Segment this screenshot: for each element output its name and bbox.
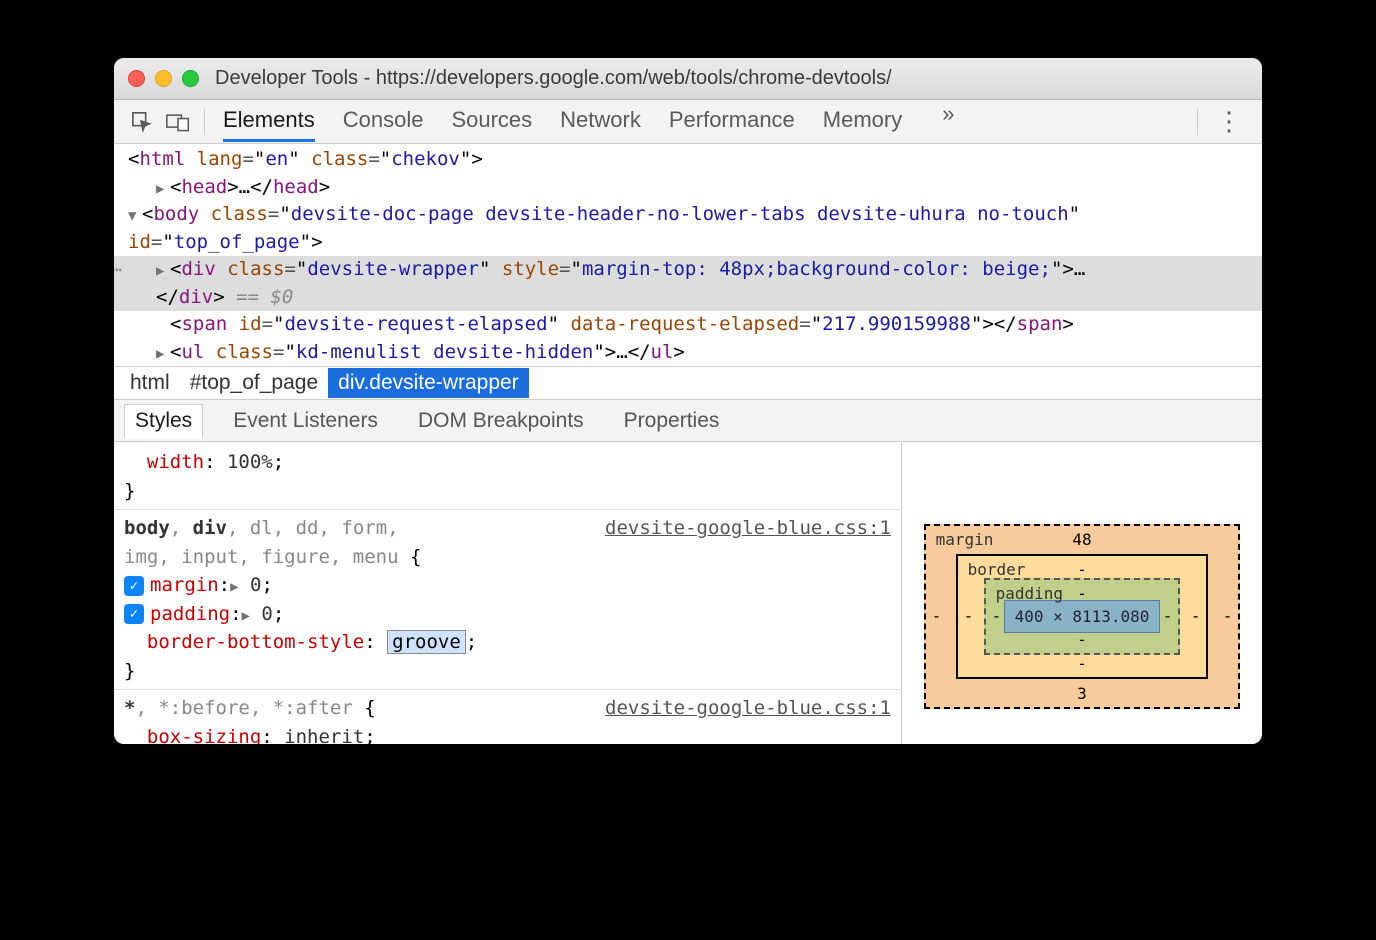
titlebar[interactable]: Developer Tools - https://developers.goo…	[114, 58, 1262, 100]
main-toolbar: Elements Console Sources Network Perform…	[114, 100, 1262, 144]
styles-pane[interactable]: width: 100%; } devsite-google-blue.css:1…	[114, 442, 902, 744]
settings-menu-icon[interactable]: ⋮	[1206, 106, 1252, 137]
breadcrumb-html[interactable]: html	[120, 368, 180, 398]
panel-tab-dom-breakpoints[interactable]: DOM Breakpoints	[408, 405, 594, 437]
source-link[interactable]: devsite-google-blue.css:1	[605, 514, 891, 543]
css-rule-close: }	[124, 657, 891, 686]
css-rule[interactable]: devsite-google-blue.css:1*, *:before, *:…	[124, 694, 891, 723]
tab-network[interactable]: Network	[560, 101, 641, 142]
window-title: Developer Tools - https://developers.goo…	[215, 67, 892, 90]
breadcrumb-body[interactable]: #top_of_page	[180, 368, 328, 398]
margin-left-value[interactable]: -	[932, 607, 942, 626]
tab-elements[interactable]: Elements	[223, 101, 315, 142]
panel-tab-styles[interactable]: Styles	[124, 404, 203, 439]
box-model-pane: margin 48 3 - - border - - - - padding -	[902, 442, 1262, 744]
margin-right-value[interactable]: -	[1223, 607, 1233, 626]
inspect-element-icon[interactable]	[124, 107, 160, 137]
box-model-margin[interactable]: margin 48 3 - - border - - - - padding -	[924, 524, 1241, 709]
styles-panel-tabs: Styles Event Listeners DOM Breakpoints P…	[114, 400, 1262, 442]
devtools-window: Developer Tools - https://developers.goo…	[114, 58, 1262, 744]
css-rule-close: }	[124, 477, 891, 506]
css-property[interactable]: box-sizing: inherit;	[124, 723, 891, 744]
css-property[interactable]: ✓margin:▶ 0;	[124, 571, 891, 600]
dom-node-selected[interactable]: ⋯ ▶<div class="devsite-wrapper" style="m…	[114, 256, 1262, 311]
zoom-window-button[interactable]	[182, 70, 199, 87]
css-property[interactable]: ✓padding:▶ 0;	[124, 600, 891, 629]
dom-node-span[interactable]: <span id="devsite-request-elapsed" data-…	[128, 311, 1262, 339]
dom-node-body[interactable]: ▼<body class="devsite-doc-page devsite-h…	[128, 201, 1262, 256]
more-tabs-icon[interactable]: »	[930, 101, 966, 142]
panel-tab-properties[interactable]: Properties	[614, 405, 730, 437]
css-rule[interactable]: width: 100%;	[124, 448, 891, 477]
device-toggle-icon[interactable]	[160, 107, 196, 137]
box-model-padding[interactable]: padding - - - - 400 × 8113.080	[984, 578, 1181, 655]
dom-tree[interactable]: <html lang="en" class="chekov"> ▶<head>……	[114, 144, 1262, 366]
tab-sources[interactable]: Sources	[451, 101, 532, 142]
property-checkbox[interactable]: ✓	[124, 604, 144, 624]
main-tabs: Elements Console Sources Network Perform…	[223, 101, 1189, 142]
breadcrumb: html #top_of_page div.devsite-wrapper	[114, 366, 1262, 400]
dom-node-ul[interactable]: ▶<ul class="kd-menulist devsite-hidden">…	[128, 339, 1262, 367]
bottom-panels: width: 100%; } devsite-google-blue.css:1…	[114, 442, 1262, 744]
value-edit-input[interactable]: groove	[387, 630, 466, 654]
tab-memory[interactable]: Memory	[823, 101, 902, 142]
window-controls	[128, 70, 199, 87]
panel-tab-events[interactable]: Event Listeners	[223, 405, 388, 437]
dom-node-head[interactable]: ▶<head>…</head>	[128, 174, 1262, 202]
box-model[interactable]: margin 48 3 - - border - - - - padding -	[924, 524, 1241, 709]
margin-top-value[interactable]: 48	[1072, 530, 1091, 549]
tab-performance[interactable]: Performance	[669, 101, 795, 142]
source-link[interactable]: devsite-google-blue.css:1	[605, 694, 891, 723]
box-model-content[interactable]: 400 × 8113.080	[1004, 600, 1161, 633]
breadcrumb-selected[interactable]: div.devsite-wrapper	[328, 368, 529, 398]
close-window-button[interactable]	[128, 70, 145, 87]
box-model-border[interactable]: border - - - - padding - - - - 400 × 811…	[956, 554, 1209, 679]
css-property-editing[interactable]: border-bottom-style: groove;	[124, 628, 891, 657]
property-checkbox[interactable]: ✓	[124, 576, 144, 596]
tab-console[interactable]: Console	[343, 101, 424, 142]
css-rule[interactable]: devsite-google-blue.css:1body, div, dl, …	[124, 514, 891, 571]
dom-node-html[interactable]: <html lang="en" class="chekov">	[128, 146, 1262, 174]
margin-bottom-value[interactable]: 3	[1077, 684, 1087, 703]
toolbar-separator	[1197, 109, 1198, 135]
minimize-window-button[interactable]	[155, 70, 172, 87]
toolbar-separator	[204, 109, 205, 135]
selected-marker: == $0	[225, 286, 294, 308]
